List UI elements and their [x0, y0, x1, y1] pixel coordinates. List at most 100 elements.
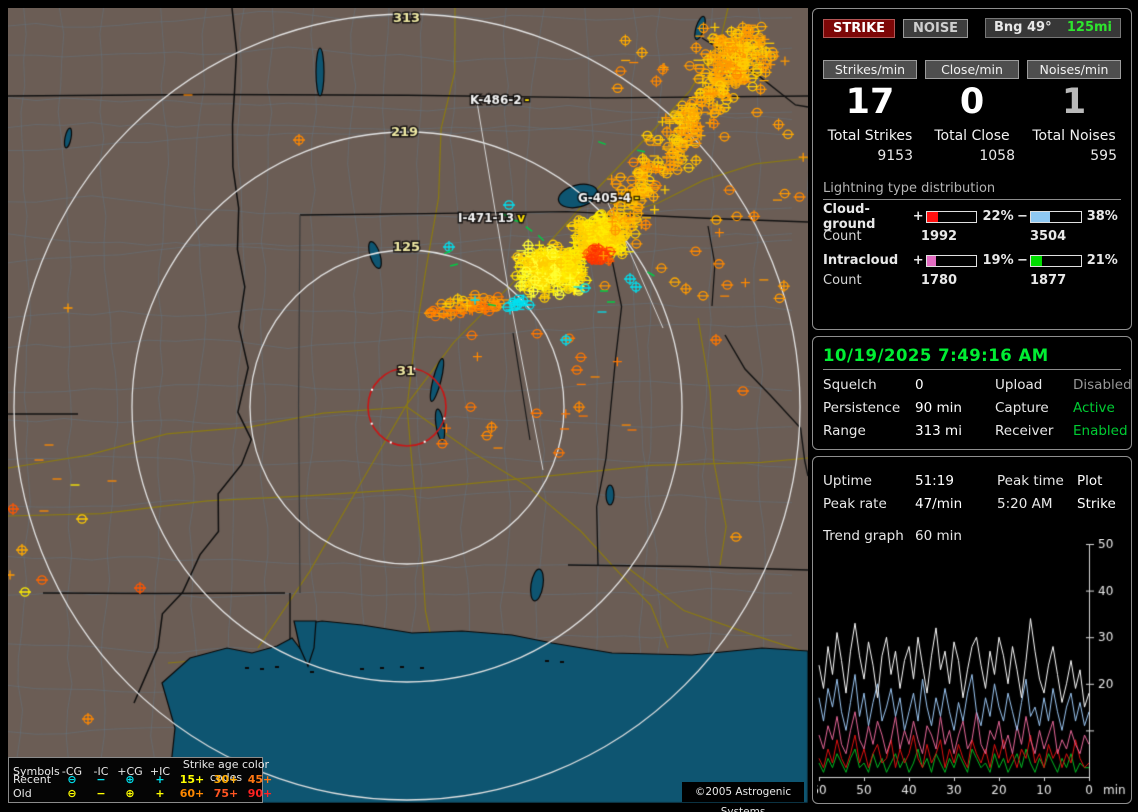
distribution-type-label: Cloud-ground	[823, 201, 876, 232]
legend-row: Old ⊖ − ⊕ +60+ 75+ 90+	[9, 786, 272, 800]
lightning-type-distribution: Lightning type distribution Cloud-ground…	[823, 181, 1121, 288]
counters-panel: STRIKE NOISE Bng 49° 125mi Strikes/min 17…	[812, 8, 1132, 330]
noise-indicator-button[interactable]: NOISE	[903, 18, 969, 38]
session-value: 51:19	[915, 473, 954, 489]
total-label: Total Strikes	[827, 128, 913, 144]
total-value: 595	[1090, 148, 1117, 164]
trend-graph	[817, 539, 1137, 805]
legend-row-label: Old	[13, 786, 32, 800]
count-label: Count	[823, 273, 862, 288]
total-value: 9153	[877, 148, 913, 164]
distribution-count-row: Count 1780 1877	[823, 273, 1121, 288]
total-label: Total Noises	[1032, 128, 1116, 144]
rate-value: 17	[845, 82, 895, 122]
age-code: 45+	[247, 772, 273, 786]
plus-sign: +	[912, 253, 924, 268]
minus-sign: −	[1017, 209, 1028, 224]
plus-count-value: 1992	[920, 229, 958, 244]
distribution-count-row: Count 1992 3504	[823, 229, 1121, 244]
cg-plus-symbol: ⊕	[125, 786, 135, 800]
counter-column: Strikes/min 17 Total Strikes 9153	[823, 60, 917, 164]
cg-minus-symbol: ⊖	[67, 786, 77, 800]
status-value: Disabled	[1073, 377, 1132, 393]
minus-percent-value: 38%	[1086, 209, 1118, 224]
plus-sign: +	[912, 209, 924, 224]
age-code: 30+	[213, 772, 239, 786]
distribution-row: Cloud-ground +22% − 38%	[823, 202, 1121, 232]
bar-fill	[926, 211, 938, 222]
status-value: 0	[915, 377, 924, 393]
plus-percent-value: 22%	[982, 209, 1014, 224]
nexstorm-window: Symbols -CG -IC +CG +IC Strike age color code…	[0, 0, 1138, 812]
session-value: Strike	[1077, 496, 1116, 512]
ic-plus-symbol: +	[155, 772, 165, 786]
copyright: ©2005 Astrogenic Systems	[682, 782, 804, 812]
rate-header: Noises/min	[1027, 60, 1121, 79]
session-label: Uptime	[823, 473, 872, 489]
minus-count-value: 1877	[1029, 273, 1067, 288]
session-trend-panel: Uptime 51:19 Peak time Plot Peak rate 47/min 5…	[812, 456, 1137, 805]
age-code: 15+	[179, 772, 205, 786]
rate-counters: Strikes/min 17 Total Strikes 9153 Close/min 0…	[823, 60, 1121, 164]
legend-row: Recent ⊖ − ⊕ +15+ 30+ 45+	[9, 772, 272, 786]
counter-column: Close/min 0 Total Close 1058	[925, 60, 1019, 164]
status-value: 90 min	[915, 400, 962, 416]
status-row: Persistence 90 min Capture Active	[823, 400, 1121, 416]
strike-indicator-button[interactable]: STRIKE	[823, 18, 896, 38]
status-value: Enabled	[1073, 423, 1128, 439]
cg-minus-symbol: ⊖	[67, 772, 77, 786]
legend-row-label: Recent	[13, 772, 52, 786]
distribution-title: Lightning type distribution	[823, 181, 1121, 200]
status-row: Range 313 mi Receiver Enabled	[823, 423, 1128, 439]
ic-plus-symbol: +	[155, 786, 165, 800]
cg-plus-symbol: ⊕	[125, 772, 135, 786]
rate-header: Strikes/min	[823, 60, 917, 79]
status-label: Capture	[995, 400, 1049, 416]
age-code: 90+	[247, 786, 273, 800]
ic-minus-symbol: −	[96, 772, 106, 786]
status-value: 313 mi	[915, 423, 962, 439]
status-label: Upload	[995, 377, 1043, 393]
session-row: Uptime 51:19 Peak time Plot	[823, 473, 1121, 489]
bar-fill	[1031, 211, 1050, 222]
distribution-row: Intracloud +19% − 21%	[823, 253, 1121, 268]
map-legend: Symbols -CG -IC +CG +IC Strike age color code…	[8, 757, 272, 803]
plus-percent-bar	[925, 210, 978, 223]
status-panel: 10/19/2025 7:49:16 AM Squelch 0 Upload Disa…	[812, 336, 1132, 450]
datetime-display: 10/19/2025 7:49:16 AM	[823, 346, 1121, 370]
age-code: 75+	[213, 786, 239, 800]
minus-percent-bar	[1030, 254, 1082, 267]
age-code: 60+	[179, 786, 205, 800]
status-value: Active	[1073, 400, 1115, 416]
status-label: Persistence	[823, 400, 901, 416]
status-label: Squelch	[823, 377, 877, 393]
session-label: 5:20 AM	[997, 496, 1053, 512]
plus-percent-value: 19%	[982, 253, 1014, 268]
minus-percent-bar	[1030, 210, 1082, 223]
status-label: Range	[823, 423, 866, 439]
bar-fill	[1031, 255, 1042, 266]
total-label: Total Close	[934, 128, 1010, 144]
ic-minus-symbol: −	[96, 786, 106, 800]
bearing-value: Bng 49°	[994, 20, 1052, 35]
plus-percent-bar	[925, 254, 978, 267]
session-label: Peak rate	[823, 496, 887, 512]
total-value: 1058	[979, 148, 1015, 164]
session-value: 47/min	[915, 496, 963, 512]
minus-sign: −	[1017, 253, 1028, 268]
session-value: Plot	[1077, 473, 1103, 489]
status-label: Receiver	[995, 423, 1054, 439]
minus-count-value: 3504	[1029, 229, 1067, 244]
legend-header-row: Symbols -CG -IC +CG +IC Strike age color code…	[9, 758, 269, 784]
session-row: Peak rate 47/min 5:20 AM Strike	[823, 496, 1121, 512]
rate-value: 0	[959, 82, 985, 122]
lightning-map[interactable]	[8, 8, 808, 803]
rate-value: 1	[1061, 82, 1087, 122]
bar-fill	[926, 255, 937, 266]
counter-column: Noises/min 1 Total Noises 595	[1027, 60, 1121, 164]
status-row: Squelch 0 Upload Disabled	[823, 377, 1132, 393]
count-label: Count	[823, 229, 862, 244]
session-label: Peak time	[997, 473, 1064, 489]
distribution-type-label: Intracloud	[823, 253, 899, 268]
minus-percent-value: 21%	[1086, 253, 1118, 268]
